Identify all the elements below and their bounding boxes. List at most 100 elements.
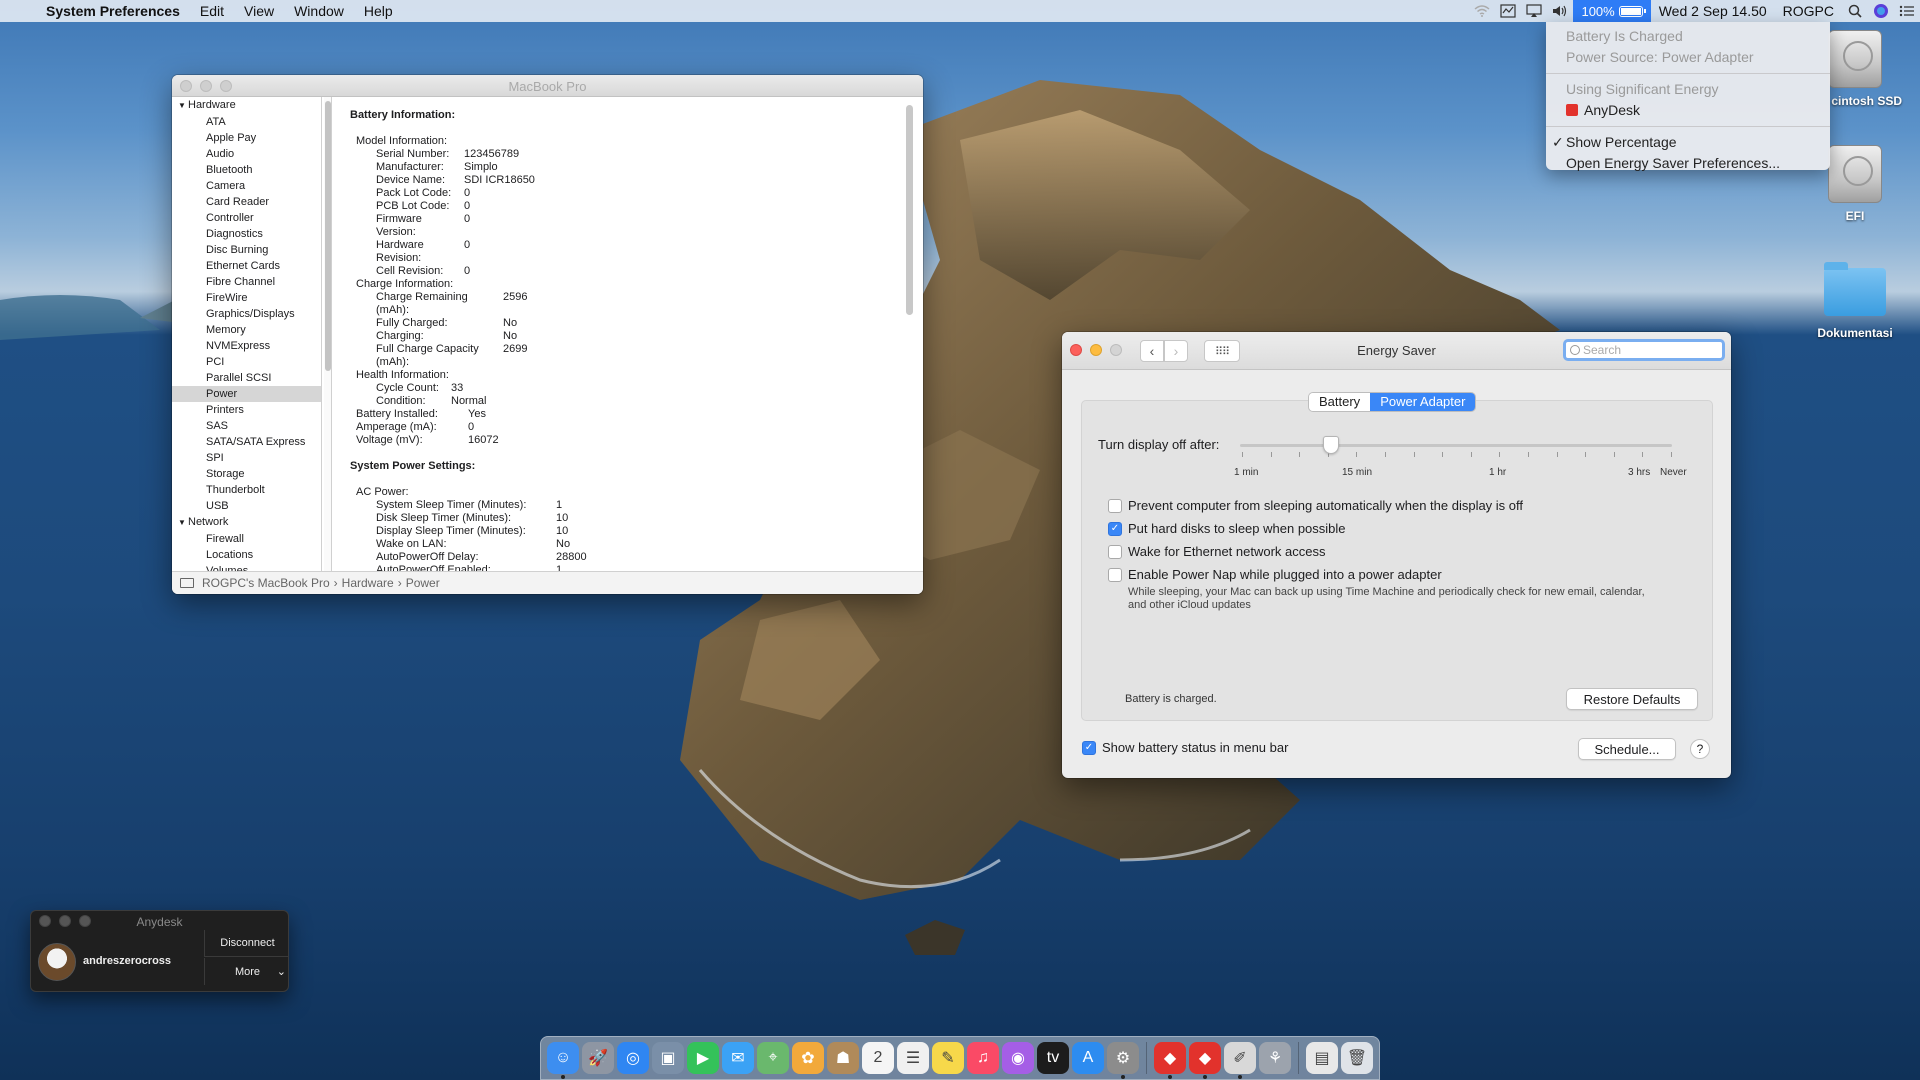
dock-documents-icon[interactable]: ▤ — [1306, 1042, 1338, 1074]
menu-help[interactable]: Help — [354, 0, 403, 22]
dock-notes-icon[interactable]: ✎ — [932, 1042, 964, 1074]
sidebar-item-bluetooth[interactable]: Bluetooth — [172, 162, 321, 178]
menu-user[interactable]: ROGPC — [1775, 3, 1842, 19]
sidebar-item-disc-burning[interactable]: Disc Burning — [172, 242, 321, 258]
checkbox[interactable]: ✓ — [1082, 740, 1096, 755]
sidebar-item-memory[interactable]: Memory — [172, 322, 321, 338]
dock-photos-icon[interactable]: ✿ — [792, 1042, 824, 1074]
dock-contacts-icon[interactable]: ☗ — [827, 1042, 859, 1074]
sidebar-item-sata-sata-express[interactable]: SATA/SATA Express — [172, 434, 321, 450]
sidebar-item-spi[interactable]: SPI — [172, 450, 321, 466]
option-disk-sleep[interactable]: ✓ Put hard disks to sleep when possible — [1108, 521, 1346, 536]
sidebar-item-pci[interactable]: PCI — [172, 354, 321, 370]
sidebar-item-storage[interactable]: Storage — [172, 466, 321, 482]
sidebar-item-thunderbolt[interactable]: Thunderbolt — [172, 482, 321, 498]
sidebar-scrollbar[interactable] — [324, 97, 332, 571]
option-prevent-sleep[interactable]: Prevent computer from sleeping automatic… — [1108, 498, 1523, 513]
menu-clock[interactable]: Wed 2 Sep 14.50 — [1651, 3, 1775, 19]
sidebar-item-ata[interactable]: ATA — [172, 114, 321, 130]
sidebar-item-usb[interactable]: USB — [172, 498, 321, 514]
dock-safari-icon[interactable]: ◎ — [617, 1042, 649, 1074]
volume-icon[interactable] — [1547, 0, 1573, 22]
dock-anydesk-2-icon[interactable]: ◆ — [1189, 1042, 1221, 1079]
sidebar-item-graphics-displays[interactable]: Graphics/Displays — [172, 306, 321, 322]
sidebar-group-hardware[interactable]: ▼ Hardware — [172, 97, 321, 114]
desktop-icon-dokumentasi[interactable]: Dokumentasi — [1800, 260, 1910, 340]
dock-anydesk-icon[interactable]: ◆ — [1154, 1042, 1186, 1079]
sidebar-item-controller[interactable]: Controller — [172, 210, 321, 226]
menu-edit[interactable]: Edit — [190, 0, 234, 22]
activity-icon[interactable] — [1495, 0, 1521, 22]
dock-tv-icon[interactable]: tv — [1037, 1042, 1069, 1074]
sidebar-item-power[interactable]: Power — [172, 386, 321, 402]
dock-automator-icon[interactable]: ⚘ — [1259, 1042, 1291, 1074]
spotlight-icon[interactable] — [1842, 0, 1868, 22]
checkbox[interactable] — [1108, 498, 1122, 513]
path-item[interactable]: Hardware — [342, 576, 394, 590]
wifi-icon[interactable] — [1469, 0, 1495, 22]
path-item[interactable]: Power — [406, 576, 440, 590]
dock-preview-icon[interactable]: ▣ — [652, 1042, 684, 1074]
dock-script-editor-icon[interactable]: ✐ — [1224, 1042, 1256, 1079]
show-percentage-item[interactable]: ✓ Show Percentage — [1546, 132, 1830, 153]
disconnect-button[interactable]: Disconnect — [204, 930, 288, 957]
tab-power-adapter[interactable]: Power Adapter — [1370, 393, 1476, 411]
dock-app-store-icon[interactable]: A — [1072, 1042, 1104, 1074]
sidebar-item-locations[interactable]: Locations — [172, 547, 321, 563]
checkbox[interactable] — [1108, 567, 1122, 582]
sidebar-group-network[interactable]: ▼ Network — [172, 514, 321, 531]
sidebar-item-nvmexpress[interactable]: NVMExpress — [172, 338, 321, 354]
sidebar-item-volumes[interactable]: Volumes — [172, 563, 321, 571]
sidebar-item-audio[interactable]: Audio — [172, 146, 321, 162]
sidebar-item-printers[interactable]: Printers — [172, 402, 321, 418]
dock-finder-icon[interactable]: ☺ — [547, 1042, 579, 1079]
search-field[interactable]: Search — [1563, 339, 1725, 361]
display-off-slider-track[interactable] — [1240, 444, 1672, 447]
sidebar-item-apple-pay[interactable]: Apple Pay — [172, 130, 321, 146]
siri-icon[interactable] — [1868, 0, 1894, 22]
display-off-slider-thumb[interactable] — [1323, 436, 1339, 454]
menu-app-name[interactable]: System Preferences — [36, 0, 190, 22]
option-show-battery-status[interactable]: ✓ Show battery status in menu bar — [1082, 740, 1288, 755]
sidebar-item-parallel-scsi[interactable]: Parallel SCSI — [172, 370, 321, 386]
path-item[interactable]: ROGPC's MacBook Pro — [202, 576, 330, 590]
dock-maps-icon[interactable]: ⌖ — [757, 1042, 789, 1074]
schedule-button[interactable]: Schedule... — [1578, 738, 1676, 760]
detail-scrollbar-thumb[interactable] — [906, 105, 913, 315]
dock-calendar-icon[interactable]: 2 — [862, 1042, 894, 1074]
open-energy-saver-item[interactable]: Open Energy Saver Preferences... — [1546, 153, 1830, 174]
checkbox[interactable] — [1108, 544, 1122, 559]
battery-menu-extra[interactable]: 100% — [1573, 0, 1651, 22]
menu-window[interactable]: Window — [284, 0, 354, 22]
dock-facetime-icon[interactable]: ▶ — [687, 1042, 719, 1074]
airplay-icon[interactable] — [1521, 0, 1547, 22]
notification-center-icon[interactable] — [1894, 0, 1920, 22]
menu-view[interactable]: View — [234, 0, 284, 22]
sidebar-item-diagnostics[interactable]: Diagnostics — [172, 226, 321, 242]
sidebar-item-sas[interactable]: SAS — [172, 418, 321, 434]
dock-system-preferences-icon[interactable]: ⚙ — [1107, 1042, 1139, 1079]
sidebar-item-card-reader[interactable]: Card Reader — [172, 194, 321, 210]
scrollbar-thumb[interactable] — [325, 101, 331, 371]
tab-battery[interactable]: Battery — [1309, 393, 1371, 411]
more-button[interactable]: More ⌄ — [204, 958, 288, 985]
checkbox[interactable]: ✓ — [1108, 521, 1122, 536]
restore-defaults-button[interactable]: Restore Defaults — [1566, 688, 1698, 710]
sidebar-item-firewire[interactable]: FireWire — [172, 290, 321, 306]
sidebar-item-fibre-channel[interactable]: Fibre Channel — [172, 274, 321, 290]
sidebar-item-firewall[interactable]: Firewall — [172, 531, 321, 547]
option-wake-ethernet[interactable]: Wake for Ethernet network access — [1108, 544, 1326, 559]
option-power-nap[interactable]: Enable Power Nap while plugged into a po… — [1108, 567, 1442, 582]
disclosure-triangle-icon[interactable]: ▼ — [178, 515, 188, 531]
window-toolbar[interactable]: ‹ › ⠿⠿ Energy Saver Search — [1062, 332, 1731, 370]
dock-trash-icon[interactable]: 🗑 — [1341, 1042, 1373, 1074]
window-titlebar[interactable]: MacBook Pro — [172, 75, 923, 97]
dock-music-icon[interactable]: ♫ — [967, 1042, 999, 1074]
dock-messages-icon[interactable]: ✉ — [722, 1042, 754, 1074]
disclosure-triangle-icon[interactable]: ▼ — [178, 98, 188, 114]
help-button[interactable]: ? — [1690, 739, 1710, 759]
significant-energy-app-item[interactable]: AnyDesk — [1546, 100, 1830, 121]
sidebar-item-ethernet-cards[interactable]: Ethernet Cards — [172, 258, 321, 274]
sidebar-item-camera[interactable]: Camera — [172, 178, 321, 194]
dock-reminders-icon[interactable]: ☰ — [897, 1042, 929, 1074]
